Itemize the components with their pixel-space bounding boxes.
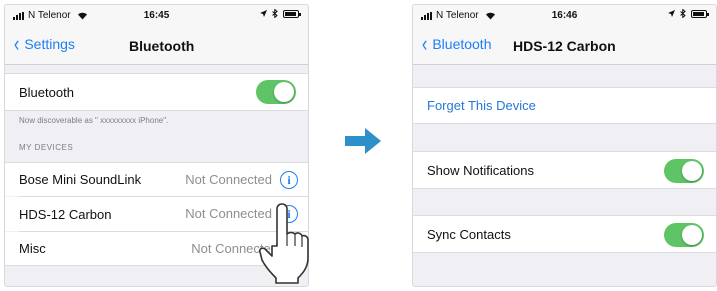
back-button[interactable]: ‹ Bluetooth — [421, 31, 492, 56]
back-button-label: Bluetooth — [432, 36, 492, 52]
discoverable-text: Now discoverable as " xxxxxxxxx iPhone". — [19, 116, 169, 125]
location-icon — [260, 10, 267, 17]
pointing-hand-icon — [259, 203, 309, 284]
right-arrow-icon — [345, 128, 381, 154]
chevron-left-icon: ‹ — [13, 31, 20, 56]
status-bar: N Telenor 16:45 — [5, 5, 308, 27]
navigation-bar: ‹ Settings Bluetooth — [5, 27, 308, 65]
back-button-label: Settings — [24, 36, 75, 52]
sync-contacts-row: Sync Contacts — [413, 215, 716, 253]
right-phone-screen: N Telenor 16:46 ‹ Bluetooth HDS-12 Carbo… — [412, 4, 717, 287]
show-notifications-toggle[interactable] — [664, 159, 704, 183]
show-notifications-label: Show Notifications — [427, 162, 534, 178]
device-name: Misc — [19, 241, 46, 256]
battery-icon — [691, 9, 709, 18]
info-circle-icon[interactable]: i — [280, 171, 298, 189]
bluetooth-icon — [680, 9, 686, 18]
location-icon — [668, 10, 675, 17]
page-title: HDS-12 Carbon — [513, 38, 616, 54]
bluetooth-row-label: Bluetooth — [19, 84, 74, 100]
back-button[interactable]: ‹ Settings — [13, 31, 75, 56]
section-header-my-devices: MY DEVICES — [19, 143, 74, 152]
chevron-left-icon: ‹ — [421, 31, 428, 56]
show-notifications-row: Show Notifications — [413, 151, 716, 189]
battery-icon — [283, 9, 301, 18]
device-name: Bose Mini SoundLink — [19, 172, 142, 187]
sync-contacts-toggle[interactable] — [664, 223, 704, 247]
bluetooth-row: Bluetooth — [5, 73, 308, 111]
device-status: Not Connected — [185, 172, 272, 187]
bluetooth-icon — [272, 9, 278, 18]
page-title: Bluetooth — [129, 38, 195, 54]
status-bar: N Telenor 16:46 — [413, 5, 716, 27]
sync-contacts-label: Sync Contacts — [427, 226, 511, 242]
device-row-bose[interactable]: Bose Mini SoundLink Not Connected i — [5, 162, 308, 196]
forget-device-button[interactable]: Forget This Device — [413, 87, 716, 124]
navigation-bar: ‹ Bluetooth HDS-12 Carbon — [413, 27, 716, 65]
forget-device-label: Forget This Device — [427, 98, 536, 113]
device-name: HDS-12 Carbon — [19, 206, 112, 222]
bluetooth-toggle[interactable] — [256, 80, 296, 104]
